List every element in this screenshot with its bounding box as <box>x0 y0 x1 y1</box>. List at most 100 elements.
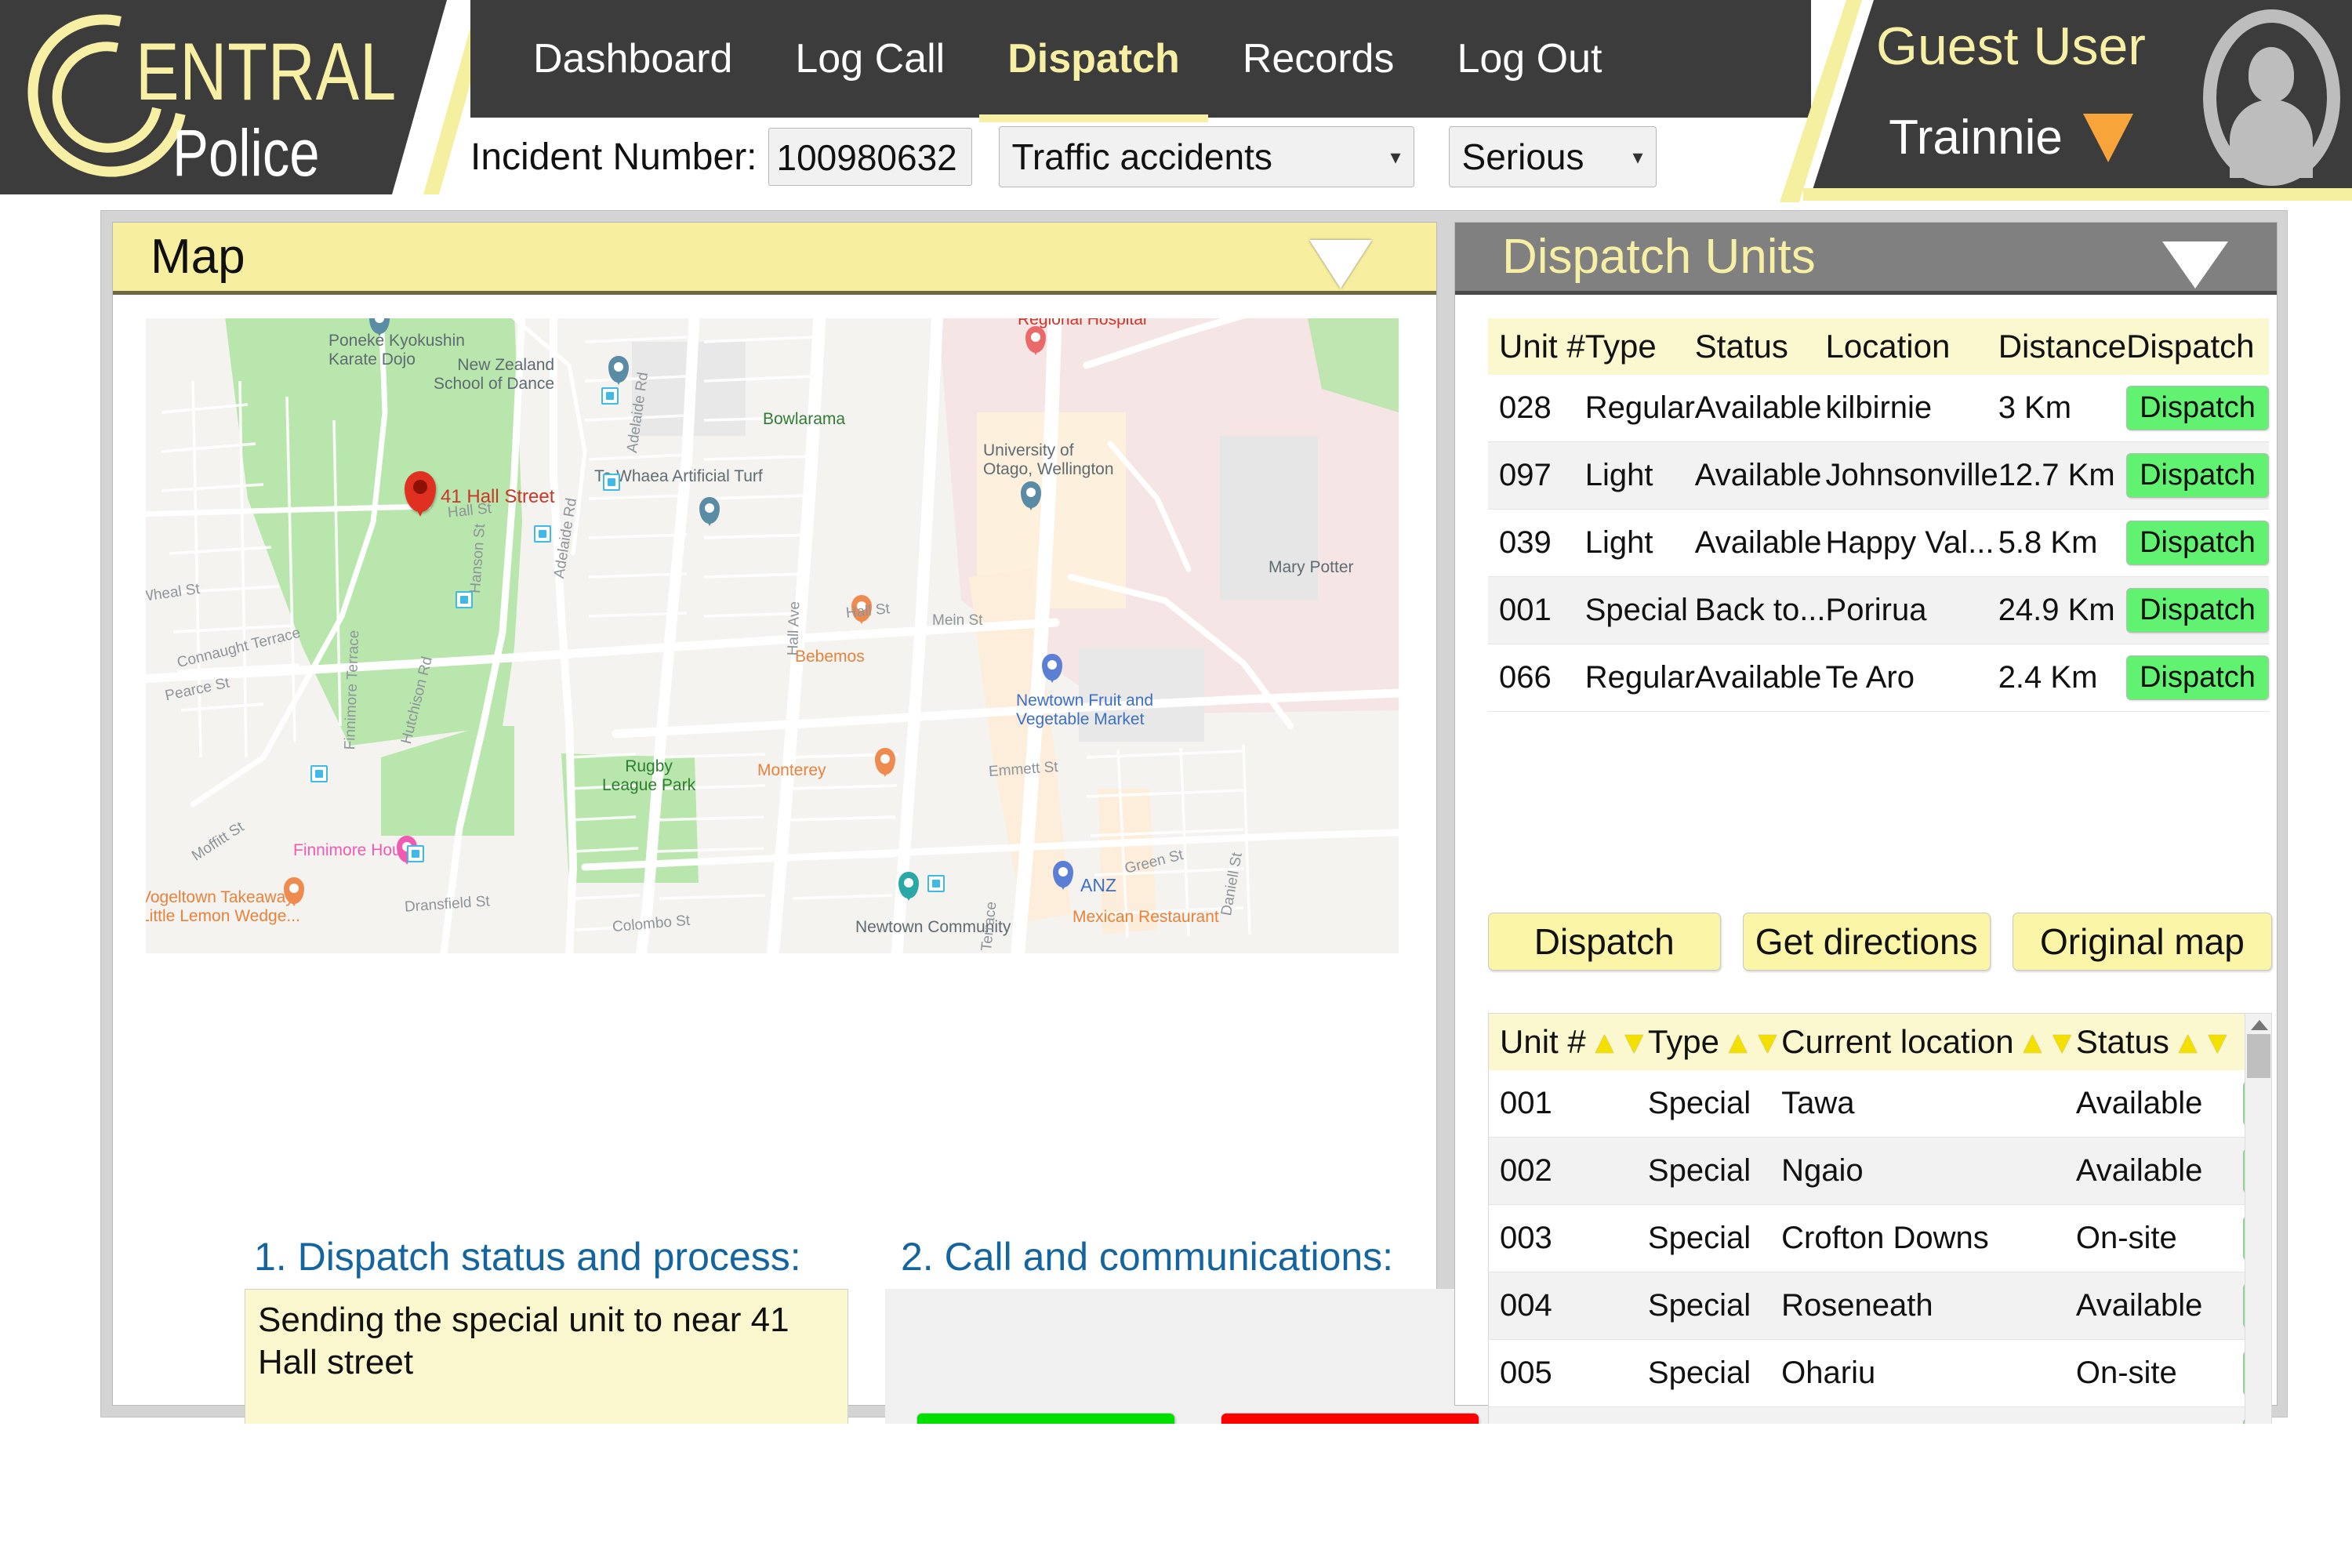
avatar-head-icon <box>2249 47 2294 102</box>
chevron-down-icon: ▾ <box>1390 144 1401 169</box>
original-map-button[interactable]: Original map <box>2012 913 2272 971</box>
current-location-cell: Roseneath <box>1781 1272 2076 1340</box>
scroll-up-arrow-icon[interactable] <box>2251 1020 2268 1030</box>
user-role-row[interactable]: Trainnie <box>1827 110 2195 165</box>
incident-number-input[interactable]: 100980632 <box>768 128 972 186</box>
table-row[interactable]: 097 Light Available Johnsonville 12.7 Km Disp… <box>1488 441 2269 510</box>
table-row[interactable]: 066 Regular Available Te Aro 2.4 Km Dispatch <box>1488 644 2269 712</box>
map-collapse-chevron-down-icon[interactable] <box>1309 240 1372 289</box>
type-cell: Special <box>1647 1137 1782 1205</box>
column-header-current-location[interactable]: Current location ▲▼ <box>1781 1014 2078 1070</box>
incident-type-select[interactable]: Traffic accidents ▾ <box>998 126 1414 187</box>
table-row[interactable]: 005SpecialOhariuOn-siteDispatch <box>1489 1339 2271 1407</box>
map-basemap-icon <box>146 318 1399 953</box>
map-bus-stop-icon <box>456 591 473 608</box>
map-bus-stop-icon <box>407 845 424 862</box>
distance-cell: 5.8 Km <box>1998 509 2127 577</box>
scrollbar-thumb[interactable] <box>2247 1034 2270 1078</box>
current-location-cell: Ohariu <box>1781 1339 2076 1407</box>
map-panel-header[interactable]: Map <box>113 223 1436 295</box>
dispatch-cell: Dispatch <box>2126 509 2269 577</box>
table-row[interactable]: 002SpecialNgaioAvailableDispatch <box>1489 1137 2271 1205</box>
distance-cell: 24.9 Km <box>1998 576 2127 644</box>
table-header-row: Unit # ▲▼ Type ▲▼ Current location ▲▼ Statu… <box>1489 1014 2271 1070</box>
sort-arrows-icon: ▲▼ <box>1588 1025 1650 1060</box>
status-cell: Available <box>1694 375 1826 442</box>
dispatch-units-title: Dispatch Units <box>1502 230 1816 284</box>
logo-central-text: ENTRAL <box>136 27 397 118</box>
nav-item-log-out[interactable]: Log Out <box>1425 0 1633 118</box>
dispatch-status-section-title: 1. Dispatch status and process: <box>254 1235 801 1279</box>
map-panel: Map Poneke Kyokushin Karate Dojo New Zea… <box>112 222 1504 1568</box>
map-canvas[interactable]: Poneke Kyokushin Karate Dojo New Zealand… <box>146 318 1399 953</box>
current-location-cell: Crofton Downs <box>1781 1204 2076 1272</box>
table-header-row: Unit # Type Status Location Distance Dis… <box>1488 318 2269 375</box>
type-cell: Light <box>1584 509 1695 577</box>
column-header-distance[interactable]: Distance <box>1998 318 2127 375</box>
app-header: ENTRAL Police Dashboard Log Call Dispatc… <box>0 0 2352 208</box>
unit-cell: 005 <box>1489 1339 1648 1407</box>
brand-logo[interactable]: ENTRAL Police <box>0 0 427 208</box>
unit-cell: 002 <box>1489 1137 1648 1205</box>
table-row[interactable]: 004SpecialRoseneathAvailableDispatch <box>1489 1272 2271 1340</box>
get-directions-button[interactable]: Get directions <box>1742 913 1991 971</box>
dispatch-cell: Dispatch <box>2126 644 2269 712</box>
user-menu-chevron-down-icon[interactable] <box>2082 113 2133 162</box>
column-header-status[interactable]: Status <box>1694 318 1826 375</box>
nav-item-log-call[interactable]: Log Call <box>764 0 976 118</box>
column-header-location[interactable]: Location <box>1825 318 1998 375</box>
table-row[interactable]: 001SpecialTawaAvailableDispatch <box>1489 1070 2271 1138</box>
type-cell: Regular <box>1584 644 1695 712</box>
column-header-dispatch: Dispatch <box>2126 318 2269 375</box>
table-row[interactable]: 028 Regular Available kilbirnie 3 Km Dispatch <box>1488 375 2269 442</box>
header-right-baseline <box>1803 188 2352 201</box>
row-dispatch-button[interactable]: Dispatch <box>2126 521 2269 565</box>
nav-item-records[interactable]: Records <box>1211 0 1426 118</box>
type-cell: Special <box>1584 576 1695 644</box>
dispatch-units-header[interactable]: Dispatch Units <box>1455 223 2277 295</box>
user-role-label: Trainnie <box>1889 111 2063 165</box>
column-header-unit[interactable]: Unit # ▲▼ <box>1489 1014 1650 1070</box>
units-collapse-chevron-down-icon[interactable] <box>2162 241 2228 289</box>
incident-severity-value: Serious <box>1461 136 1584 177</box>
dispatch-application: ENTRAL Police Dashboard Log Call Dispatc… <box>0 0 2352 1568</box>
column-header-unit[interactable]: Unit # <box>1488 318 1585 375</box>
map-bus-stop-icon <box>601 387 619 405</box>
status-cell: Back to... <box>1694 576 1826 644</box>
location-cell: Porirua <box>1825 576 1998 644</box>
unit-cell: 003 <box>1489 1204 1648 1272</box>
table-row[interactable]: 039 Light Available Happy Val... 5.8 Km Dispa… <box>1488 509 2269 577</box>
type-cell: Special <box>1647 1272 1782 1340</box>
distance-cell: 2.4 Km <box>1998 644 2127 712</box>
sort-arrows-icon: ▲▼ <box>2016 1025 2078 1060</box>
map-bus-stop-icon <box>927 875 945 892</box>
row-dispatch-button[interactable]: Dispatch <box>2126 386 2269 430</box>
dispatch-cell: Dispatch <box>2126 441 2269 510</box>
table-row[interactable]: 001 Special Back to... Porirua 24.9 Km Dispat… <box>1488 576 2269 644</box>
incident-severity-select[interactable]: Serious ▾ <box>1448 126 1657 187</box>
column-header-status[interactable]: Status ▲▼ <box>2075 1014 2244 1070</box>
avatar[interactable] <box>2203 9 2340 186</box>
status-cell: Available <box>1694 441 1826 510</box>
dispatch-cell: Dispatch <box>2126 375 2269 442</box>
location-cell: kilbirnie <box>1825 375 1998 442</box>
map-bus-stop-icon <box>534 525 551 543</box>
location-cell: Te Aro <box>1825 644 1998 712</box>
distance-cell: 12.7 Km <box>1998 441 2127 510</box>
dispatch-button[interactable]: Dispatch <box>1488 913 1721 971</box>
column-header-type[interactable]: Type <box>1584 318 1695 375</box>
row-dispatch-button[interactable]: Dispatch <box>2126 453 2269 498</box>
status-cell: Available <box>2075 1272 2244 1340</box>
status-cell: On-site <box>2075 1339 2244 1407</box>
incident-toolbar: Incident Number: 100980632 Traffic accid… <box>470 119 1657 194</box>
column-header-type[interactable]: Type ▲▼ <box>1647 1014 1783 1070</box>
table-row[interactable]: 003SpecialCrofton DownsOn-siteDispatch <box>1489 1204 2271 1272</box>
type-cell: Special <box>1647 1204 1782 1272</box>
row-dispatch-button[interactable]: Dispatch <box>2126 588 2269 633</box>
nav-item-dispatch[interactable]: Dispatch <box>976 0 1211 122</box>
app-footer: Back to Log Call View Records Saturday, … <box>0 1424 2352 1568</box>
nearest-units-table: Unit # Type Status Location Distance Dis… <box>1488 318 2269 712</box>
main-navigation: Dashboard Log Call Dispatch Records Log … <box>502 0 1633 122</box>
nav-item-dashboard[interactable]: Dashboard <box>502 0 764 118</box>
row-dispatch-button[interactable]: Dispatch <box>2126 655 2269 700</box>
